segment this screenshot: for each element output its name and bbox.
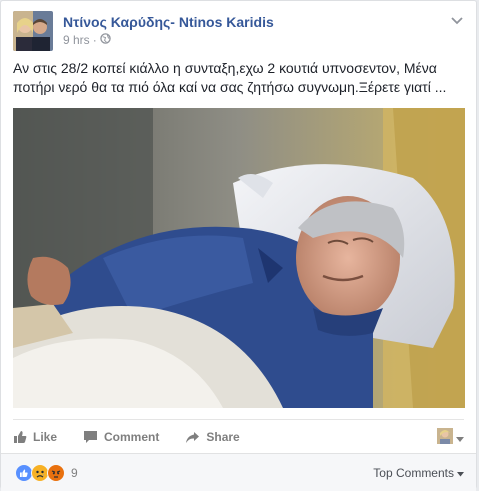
post-time[interactable]: 9 hrs [63, 33, 90, 47]
share-button[interactable]: Share [185, 430, 240, 444]
viewer-avatar [437, 428, 453, 449]
author-avatar[interactable] [13, 11, 53, 51]
post-header: Ντίνος Καρύδης- Ntinos Karidis 9 hrs · [13, 11, 464, 51]
reaction-summary[interactable]: 9 [15, 464, 78, 482]
post-actions: Like Comment Share [13, 419, 464, 454]
share-arrow-icon [185, 431, 200, 444]
reaction-count: 9 [71, 466, 78, 480]
post-as-selector[interactable] [437, 428, 464, 449]
caret-down-icon [456, 430, 464, 448]
post-text: Αν στις 28/2 κοπεί κιάλλο η συνταξη,εχω … [13, 60, 447, 95]
comment-sort-dropdown[interactable]: Top Comments [373, 466, 464, 480]
caret-down-icon [457, 466, 464, 480]
feed-post: Ντίνος Καρύδης- Ntinos Karidis 9 hrs · Α… [0, 0, 477, 491]
share-label: Share [206, 430, 240, 444]
post-photo[interactable] [13, 108, 465, 408]
post-options-chevron-icon[interactable] [450, 13, 464, 25]
like-label: Like [33, 430, 58, 444]
post-footer: 9 Top Comments [1, 453, 476, 491]
author-name[interactable]: Ντίνος Καρύδης- Ntinos Karidis [63, 14, 274, 30]
comment-sort-label: Top Comments [373, 466, 454, 480]
like-button[interactable]: Like [13, 430, 57, 444]
thumbs-up-icon [13, 430, 27, 444]
post-meta: 9 hrs · [63, 33, 111, 47]
angry-reaction-icon [47, 464, 65, 482]
meta-separator: · [92, 33, 97, 47]
comment-label: Comment [104, 430, 160, 444]
globe-icon [99, 33, 111, 47]
comment-button[interactable]: Comment [83, 430, 159, 444]
comment-icon [83, 430, 98, 444]
